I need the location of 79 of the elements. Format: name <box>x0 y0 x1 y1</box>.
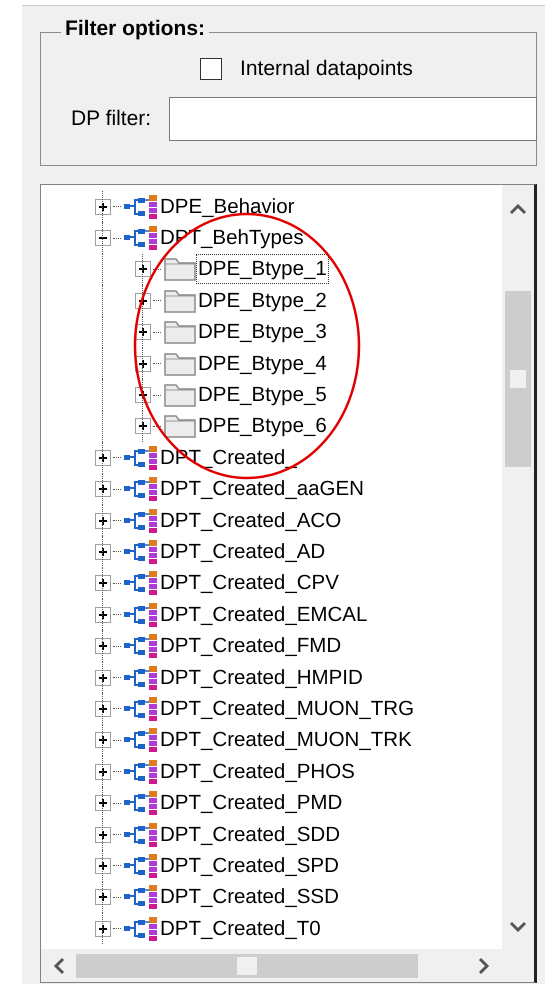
tree-item[interactable]: DPE_Btype_1 <box>197 255 328 284</box>
datapoint-type-icon <box>123 476 159 502</box>
expand-icon[interactable] <box>95 575 111 592</box>
tree-item[interactable]: DPT_Created_aaGEN <box>159 475 365 504</box>
collapse-icon[interactable] <box>95 230 111 246</box>
folder-icon <box>163 256 197 282</box>
expand-icon[interactable] <box>95 795 111 812</box>
datapoint-type-icon <box>123 852 159 879</box>
scroll-up-icon[interactable] <box>509 203 527 215</box>
datapoint-type-icon <box>123 194 159 220</box>
tree-item[interactable]: DPT_Created_SSD <box>159 883 340 912</box>
datapoint-type-icon <box>123 664 159 691</box>
tree-item[interactable]: DPT_Created_PHOS <box>159 758 356 786</box>
group-title: Filter options: <box>61 17 209 41</box>
tree-item[interactable]: DPT_Created_SPD <box>159 852 340 880</box>
expand-icon[interactable] <box>95 826 111 842</box>
datapoint-type-icon <box>123 570 159 596</box>
datapoint-type-icon <box>123 790 159 816</box>
tree-item[interactable]: DPT_Created_ACO <box>159 506 342 535</box>
scroll-down-icon[interactable] <box>509 921 527 933</box>
folder-icon <box>163 413 197 440</box>
datapoint-type-icon <box>123 633 159 660</box>
tree-item[interactable]: DPE_Btype_4 <box>197 350 328 378</box>
expand-icon[interactable] <box>95 858 111 874</box>
datapoint-type-icon <box>123 696 159 722</box>
expand-icon[interactable] <box>95 764 111 780</box>
scroll-right-icon[interactable] <box>478 956 490 974</box>
expand-icon[interactable] <box>95 544 111 560</box>
dp-filter-field[interactable] <box>169 97 537 141</box>
expand-icon[interactable] <box>95 606 111 623</box>
tree-item[interactable]: DPT_Created_HMPID <box>159 664 364 692</box>
tree-item[interactable]: DPE_Btype_5 <box>197 381 328 410</box>
expand-icon[interactable] <box>95 920 111 937</box>
expand-icon[interactable] <box>95 889 111 906</box>
datapoint-type-icon <box>123 602 159 628</box>
tree-item[interactable]: DPT_Created_AD <box>159 538 326 566</box>
datapoint-type-icon <box>123 916 159 942</box>
tree-item[interactable]: DPE_Btype_2 <box>197 286 328 315</box>
datapoint-type-icon <box>123 225 159 252</box>
tree-item[interactable]: DPE_Behavior <box>159 192 296 221</box>
folder-icon <box>163 382 197 408</box>
tree-item[interactable]: DPT_Created_EMCAL <box>159 600 368 629</box>
datapoint-type-icon <box>123 758 159 785</box>
folder-icon <box>163 288 197 314</box>
tree-item[interactable]: DPE_Btype_6 <box>197 412 328 440</box>
expand-icon[interactable] <box>95 638 111 654</box>
field-label: DP filter: <box>70 107 152 131</box>
horizontal-scrollbar[interactable] <box>41 949 502 982</box>
datapoint-type-icon <box>123 444 159 471</box>
datapoint-type-icon <box>123 822 159 848</box>
expand-icon[interactable] <box>95 732 111 748</box>
scroll-left-icon[interactable] <box>53 956 65 974</box>
scroll-thumb[interactable] <box>76 954 418 978</box>
datapoint-type-icon <box>123 727 159 754</box>
expand-icon[interactable] <box>95 670 111 686</box>
datapoint-type-icon <box>123 508 159 534</box>
tree-item[interactable]: DPT_Created_CPV <box>159 569 340 598</box>
scroll-thumb[interactable] <box>505 291 531 467</box>
tree-item[interactable]: DPT_Created_T0 <box>159 914 322 943</box>
tree-item[interactable]: DPT_Created_MUON_TRG <box>159 694 416 723</box>
checkbox-label[interactable]: Internal datapoints <box>240 57 413 81</box>
checkbox[interactable] <box>200 58 222 80</box>
folder-icon <box>163 350 197 377</box>
tree-item[interactable]: DPT_Created_PMD <box>159 789 344 818</box>
tree-item[interactable]: DPE_Btype_3 <box>197 318 328 346</box>
expand-icon[interactable] <box>95 481 111 498</box>
datapoint-type-icon <box>123 538 159 565</box>
expand-icon[interactable] <box>95 198 111 215</box>
expand-icon[interactable] <box>95 512 111 529</box>
tree-item[interactable]: DPT_Created_SDD <box>159 820 342 848</box>
expand-icon[interactable] <box>95 450 111 466</box>
vertical-scrollbar[interactable] <box>502 185 534 949</box>
expand-icon[interactable] <box>135 261 151 278</box>
datapoint-type-icon <box>123 884 159 910</box>
folder-icon <box>163 319 197 346</box>
tree-item[interactable]: DPT_Created_MUON_TRK <box>159 726 413 754</box>
tree-item[interactable]: DPT_Created_FMD <box>159 632 342 660</box>
expand-icon[interactable] <box>135 418 151 434</box>
expand-icon[interactable] <box>95 700 111 717</box>
